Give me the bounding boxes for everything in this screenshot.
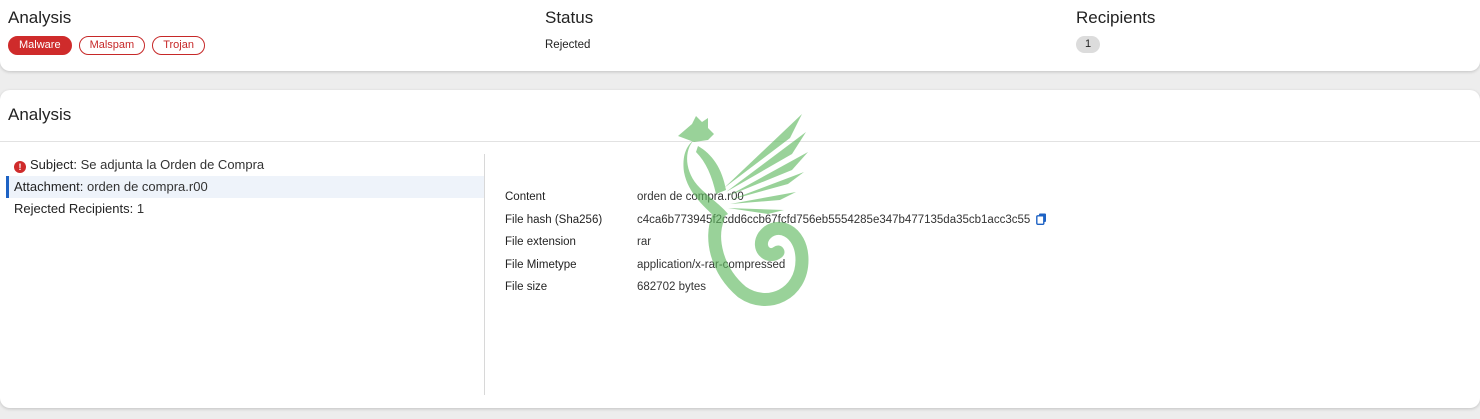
attachment-details: Content orden de compra.r00 File hash (S… (505, 186, 1047, 299)
hash-value[interactable]: c4ca6b773945f2cdd6ccb67fcfd756eb5554285e… (637, 214, 1030, 226)
tree-rejected-value: 1 (136, 201, 145, 216)
status-heading: Status (545, 8, 594, 27)
detail-row-content: Content orden de compra.r00 (505, 186, 1047, 209)
detail-row-extension: File extension rar (505, 231, 1047, 254)
tree-attachment-value: orden de compra.r00 (87, 179, 208, 194)
detail-key: File extension (505, 236, 576, 248)
detail-value: 682702 bytes (637, 281, 707, 293)
analysis-tree: ! Subject: Se adjunta la Orden de Compra … (6, 154, 484, 220)
tag-trojan[interactable]: Trojan (152, 36, 205, 55)
recipients-heading: Recipients (1076, 8, 1156, 27)
error-circle-icon: ! (14, 161, 26, 173)
detail-value: orden de compra.r00 (637, 191, 744, 203)
status-value: Rejected (545, 39, 591, 51)
tree-item-subject[interactable]: ! Subject: Se adjunta la Orden de Compra (6, 154, 484, 176)
detail-row-size: File size 682702 bytes (505, 276, 1047, 299)
detail-key: File Mimetype (505, 258, 577, 271)
recipients-summary: Recipients 1 (1076, 8, 1155, 53)
detail-key: Content (505, 191, 546, 203)
detail-key: File hash (Sha256) (505, 213, 603, 226)
recipients-count-badge: 1 (1076, 36, 1101, 53)
detail-row-mimetype: File Mimetype application/x-rar-compress… (505, 254, 1047, 277)
tree-item-attachment[interactable]: Attachment: orden de compra.r00 (6, 176, 484, 198)
detail-value: application/x-rar-compressed (637, 258, 786, 271)
detail-value: c4ca6b773945f2cdd6ccb67fcfd756eb5554285e… (637, 209, 1047, 232)
detail-key: File size (505, 281, 548, 293)
tree-rejected-key: Rejected Recipients: (14, 201, 134, 216)
analysis-title: Analysis (8, 105, 72, 124)
title-divider (0, 141, 1480, 142)
copy-icon[interactable] (1036, 211, 1047, 234)
analysis-tags: Malware Malspam Trojan (8, 36, 205, 55)
analysis-heading: Analysis (8, 8, 72, 27)
panel-divider (484, 154, 485, 395)
tree-item-rejected-recipients[interactable]: Rejected Recipients: 1 (6, 198, 484, 220)
tree-attachment-key: Attachment: (14, 179, 84, 194)
tree-subject-value: Se adjunta la Orden de Compra (80, 157, 265, 172)
status-summary: Status Rejected (545, 8, 593, 51)
analysis-summary: Analysis Malware Malspam Trojan (8, 8, 205, 55)
tag-malware[interactable]: Malware (8, 36, 72, 55)
tree-subject-key: Subject: (30, 157, 77, 172)
summary-card: Analysis Malware Malspam Trojan Status R… (0, 0, 1480, 71)
tag-malspam[interactable]: Malspam (78, 36, 146, 55)
detail-row-hash: File hash (Sha256) c4ca6b773945f2cdd6ccb… (505, 209, 1047, 232)
analysis-card: Analysis ! Subject: Se adjunta la Orden d… (0, 90, 1480, 408)
detail-value: rar (637, 236, 652, 248)
